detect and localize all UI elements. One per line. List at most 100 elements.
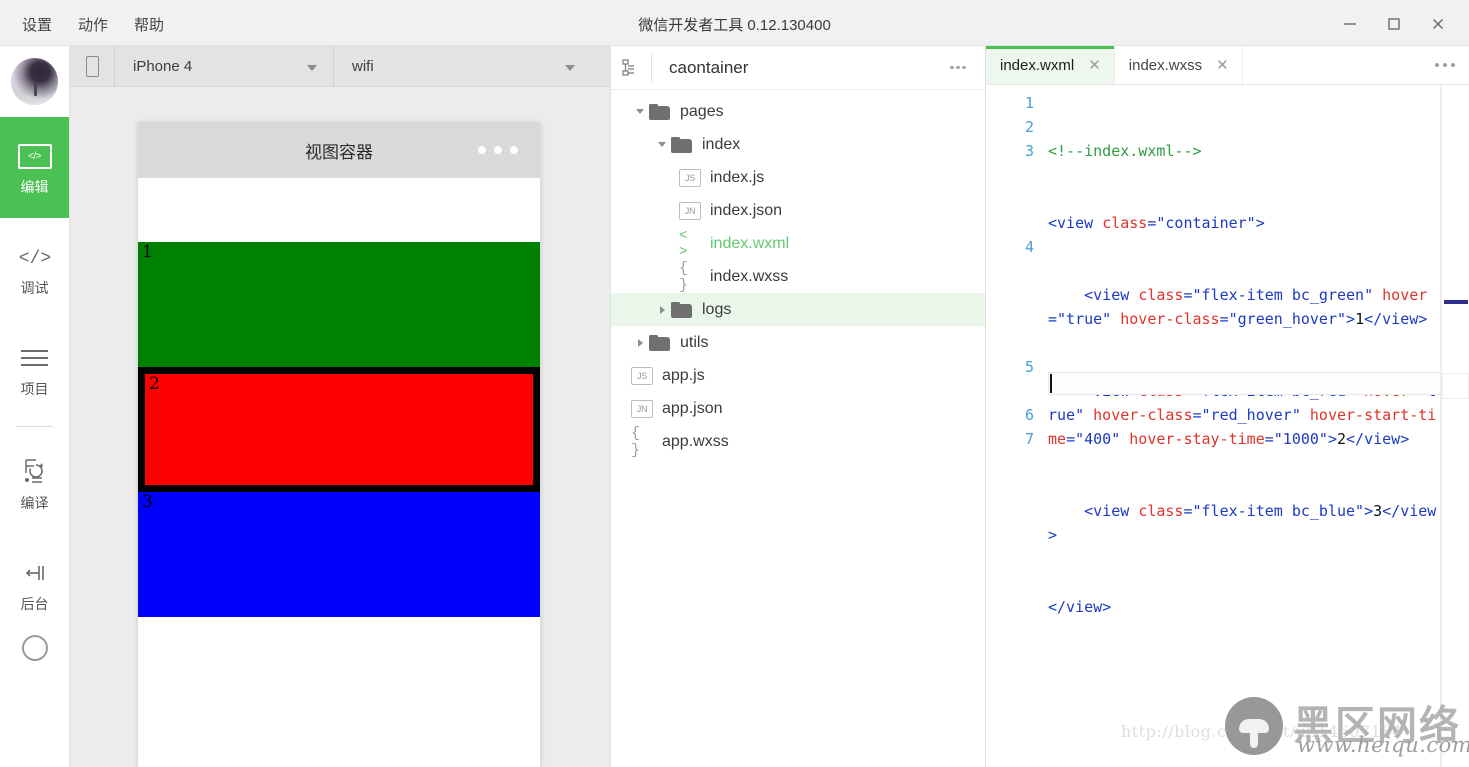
menu-help[interactable]: 帮助 bbox=[134, 14, 164, 35]
flex-item-red[interactable]: 2 bbox=[138, 367, 540, 492]
sidebar-item-project-label: 项目 bbox=[20, 381, 49, 397]
tree-node-app-json[interactable]: JN app.json bbox=[611, 392, 985, 425]
flex-item-blue-label: 3 bbox=[142, 492, 153, 512]
code-text[interactable]: <!--index.wxml--> <view class="container… bbox=[1048, 91, 1441, 739]
sidebar-item-debug-label: 调试 bbox=[20, 280, 49, 296]
tab-index-wxss[interactable]: index.wxss ✕ bbox=[1115, 46, 1243, 84]
code-line-6: </view> bbox=[1048, 598, 1112, 616]
sidebar-item-background[interactable]: 后台 bbox=[0, 534, 69, 635]
line-number-spacer bbox=[986, 379, 1034, 403]
file-tree-panel: caontainer pages index JS index.js JN in… bbox=[610, 46, 986, 767]
folder-icon bbox=[671, 136, 693, 153]
maximize-icon[interactable] bbox=[1377, 12, 1411, 36]
menu-settings[interactable]: 设置 bbox=[22, 14, 52, 35]
close-icon[interactable]: ✕ bbox=[1088, 58, 1101, 73]
chevron-right-icon[interactable] bbox=[653, 305, 671, 314]
sidebar-item-project[interactable]: 项目 bbox=[0, 319, 69, 420]
tree-node-index-wxml[interactable]: < > index.wxml bbox=[611, 227, 985, 260]
network-select-value: wifi bbox=[352, 57, 374, 75]
overview-ruler[interactable] bbox=[1441, 85, 1469, 767]
chevron-right-icon[interactable] bbox=[631, 338, 649, 347]
active-line-highlight bbox=[1048, 372, 1441, 395]
tree-node-logs[interactable]: logs bbox=[611, 293, 985, 326]
menu-actions[interactable]: 动作 bbox=[78, 14, 108, 35]
simulator-panel: iPhone 4 wifi 视图容器 1 2 3 bbox=[70, 45, 610, 767]
line-number-spacer bbox=[986, 259, 1034, 355]
chevron-down-icon[interactable] bbox=[631, 109, 649, 114]
chevron-down-icon bbox=[307, 64, 317, 71]
editor-tabs: index.wxml ✕ index.wxss ✕ bbox=[986, 46, 1469, 85]
json-file-icon: JN bbox=[679, 201, 701, 220]
sidebar-item-background-label: 后台 bbox=[20, 596, 49, 612]
code-line-3: <view class="flex-item bc_green" hover="… bbox=[1048, 286, 1428, 328]
line-number: 4 bbox=[1024, 238, 1034, 256]
js-file-icon: JS bbox=[631, 366, 653, 385]
code-area[interactable]: 1 2 3 4 5 6 7 <!--index.wxml--> <view cl… bbox=[986, 85, 1469, 767]
phone-preview: 视图容器 1 2 3 bbox=[138, 122, 540, 767]
file-tree-header: caontainer bbox=[611, 46, 985, 90]
flex-item-green[interactable]: 1 bbox=[138, 242, 540, 367]
ruler-marker bbox=[1444, 300, 1468, 304]
project-name: caontainer bbox=[651, 52, 748, 83]
container-top-space bbox=[138, 178, 540, 242]
line-number: 5 bbox=[1024, 358, 1034, 376]
device-toolbar: iPhone 4 wifi bbox=[70, 45, 610, 87]
folder-icon bbox=[671, 301, 693, 318]
tab-index-wxss-label: index.wxss bbox=[1128, 56, 1203, 74]
folder-icon bbox=[649, 334, 671, 351]
line-number: 1 bbox=[1024, 94, 1034, 112]
project-structure-icon bbox=[611, 58, 651, 78]
wxml-file-icon: < > bbox=[679, 227, 688, 260]
tree-node-pages[interactable]: pages bbox=[611, 95, 985, 128]
sidebar-item-partial-icon[interactable] bbox=[0, 635, 69, 665]
window-controls bbox=[1333, 12, 1455, 36]
tree-node-pages-label: pages bbox=[680, 102, 724, 120]
code-line-1: <!--index.wxml--> bbox=[1048, 142, 1202, 160]
sidebar-item-debug[interactable]: </> 调试 bbox=[0, 218, 69, 319]
ruler-selection bbox=[1442, 373, 1469, 399]
code-editor-panel: index.wxml ✕ index.wxss ✕ 1 2 3 4 5 6 7 bbox=[986, 46, 1469, 767]
flex-item-blue[interactable]: 3 bbox=[138, 492, 540, 617]
folder-icon bbox=[649, 103, 671, 120]
sidebar-item-edit[interactable]: </> 编辑 bbox=[0, 117, 69, 218]
page-title: 视图容器 bbox=[305, 142, 373, 162]
editor-more-icon[interactable] bbox=[1435, 63, 1455, 67]
device-select[interactable]: iPhone 4 bbox=[114, 45, 333, 87]
chevron-down-icon bbox=[565, 64, 575, 71]
tab-index-wxml-label: index.wxml bbox=[1000, 56, 1075, 74]
phone-body: 1 2 3 bbox=[138, 178, 540, 767]
avatar-cell[interactable] bbox=[0, 46, 69, 117]
tree-node-index[interactable]: index bbox=[611, 128, 985, 161]
tree-node-index-json-label: index.json bbox=[710, 201, 783, 219]
phone-outline-icon[interactable] bbox=[70, 55, 114, 77]
tree-node-app-js[interactable]: JS app.js bbox=[611, 359, 985, 392]
chevron-down-icon[interactable] bbox=[653, 142, 671, 147]
close-icon[interactable]: ✕ bbox=[1216, 58, 1229, 73]
tree-node-utils-label: utils bbox=[680, 333, 709, 351]
avatar[interactable] bbox=[11, 58, 58, 105]
menu-bar: 设置 动作 帮助 bbox=[22, 14, 164, 35]
app-window: 设置 动作 帮助 微信开发者工具 0.12.130400 </> 编辑 </> … bbox=[0, 0, 1469, 767]
tree-node-index-wxss[interactable]: { } index.wxss bbox=[611, 260, 985, 294]
tree-node-index-json[interactable]: JN index.json bbox=[611, 194, 985, 227]
tree-node-app-json-label: app.json bbox=[662, 399, 723, 417]
tree-node-logs-label: logs bbox=[702, 300, 732, 318]
file-tree: pages index JS index.js JN index.json < … bbox=[611, 90, 985, 459]
sidebar-item-compile[interactable]: 编译 bbox=[0, 433, 69, 534]
minimize-icon[interactable] bbox=[1333, 12, 1367, 36]
background-icon bbox=[18, 558, 52, 588]
tab-index-wxml[interactable]: index.wxml ✕ bbox=[986, 46, 1115, 84]
tree-node-app-wxss[interactable]: { } app.wxss bbox=[611, 424, 985, 459]
tree-node-index-js[interactable]: JS index.js bbox=[611, 161, 985, 194]
close-icon[interactable] bbox=[1421, 12, 1455, 36]
line-number-gutter: 1 2 3 4 5 6 7 bbox=[986, 91, 1034, 451]
activity-bar: </> 编辑 </> 调试 项目 编译 后台 bbox=[0, 46, 70, 767]
tree-node-utils[interactable]: utils bbox=[611, 326, 985, 359]
network-select[interactable]: wifi bbox=[333, 45, 591, 87]
code-line-5: <view class="flex-item bc_blue">3</view> bbox=[1048, 502, 1437, 544]
project-more-icon[interactable] bbox=[945, 54, 971, 81]
wxss-file-icon: { } bbox=[631, 424, 640, 459]
device-select-value: iPhone 4 bbox=[133, 57, 193, 75]
window-title: 微信开发者工具 0.12.130400 bbox=[638, 17, 831, 34]
more-dots-icon[interactable] bbox=[478, 146, 518, 154]
